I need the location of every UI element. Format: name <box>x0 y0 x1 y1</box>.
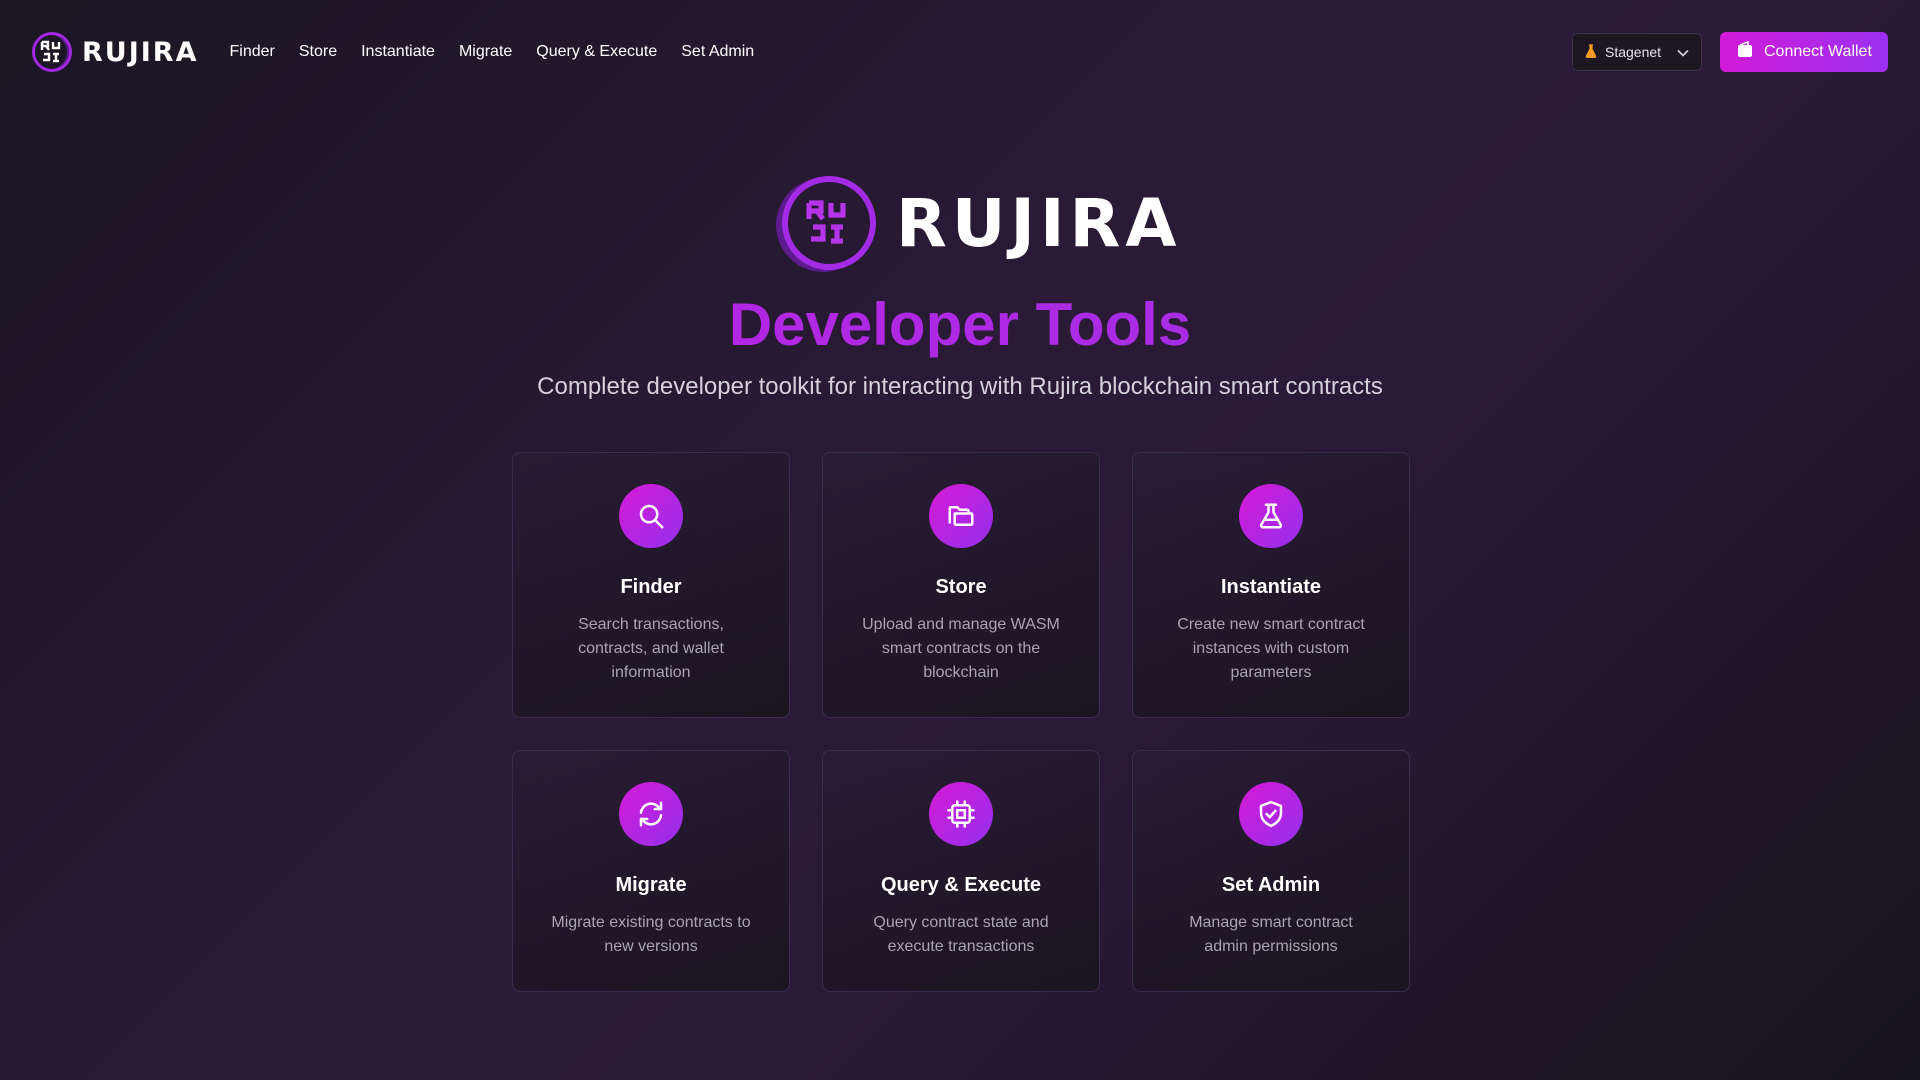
card-title: Finder <box>620 576 682 598</box>
nav-migrate[interactable]: Migrate <box>459 43 512 61</box>
brand-name: RUJIRA <box>82 36 199 68</box>
flask-icon <box>1239 484 1303 548</box>
cpu-icon <box>929 782 993 846</box>
tool-card-instantiate[interactable]: Instantiate Create new smart contract in… <box>1132 452 1410 718</box>
rujira-logo-icon <box>782 176 876 270</box>
card-description: Query contract state and execute transac… <box>873 914 1049 955</box>
connect-wallet-button[interactable]: Connect Wallet <box>1720 32 1888 72</box>
network-select[interactable]: Stagenet <box>1572 33 1702 71</box>
main-nav: Finder Store Instantiate Migrate Query &… <box>230 43 755 61</box>
page-subtitle: Complete developer toolkit for interacti… <box>537 373 1383 400</box>
card-description: Upload and manage WASM smart contracts o… <box>862 616 1060 681</box>
nav-finder[interactable]: Finder <box>230 43 275 61</box>
card-description: Create new smart contract instances with… <box>1177 616 1365 681</box>
tool-card-set-admin[interactable]: Set Admin Manage smart contract admin pe… <box>1132 750 1410 992</box>
network-select-value: Stagenet <box>1605 44 1662 60</box>
connect-wallet-label: Connect Wallet <box>1764 43 1872 60</box>
search-icon <box>619 484 683 548</box>
card-description: Search transactions, contracts, and wall… <box>578 616 724 681</box>
folder-open-icon <box>929 484 993 548</box>
card-title: Set Admin <box>1221 874 1321 896</box>
nav-set-admin[interactable]: Set Admin <box>681 43 754 61</box>
page-title: Developer Tools <box>0 290 1920 359</box>
flask-icon <box>1585 43 1597 61</box>
shield-check-icon <box>1239 782 1303 846</box>
tool-card-store[interactable]: Store Upload and manage WASM smart contr… <box>822 452 1100 718</box>
top-navigation: RUJIRA Finder Store Instantiate Migrate … <box>0 0 1920 104</box>
chevron-down-icon <box>1677 44 1689 60</box>
tools-grid: Finder Search transactions, contracts, a… <box>512 452 1410 992</box>
card-description: Migrate existing contracts to new versio… <box>551 914 751 955</box>
card-title: Store <box>935 576 987 598</box>
tool-card-finder[interactable]: Finder Search transactions, contracts, a… <box>512 452 790 718</box>
nav-query-execute[interactable]: Query & Execute <box>536 43 657 61</box>
card-description: Manage smart contract admin permissions <box>1189 914 1353 955</box>
card-title: Migrate <box>615 874 687 896</box>
hero-brand-name: RUJIRA <box>896 184 1182 262</box>
nav-store[interactable]: Store <box>299 43 337 61</box>
rujira-logo-icon <box>32 32 72 72</box>
card-title: Query & Execute <box>880 874 1042 896</box>
hero-logo: RUJIRA <box>782 176 1181 270</box>
card-title: Instantiate <box>1220 576 1322 598</box>
nav-instantiate[interactable]: Instantiate <box>361 43 435 61</box>
tool-card-migrate[interactable]: Migrate Migrate existing contracts to ne… <box>512 750 790 992</box>
wallet-icon <box>1736 40 1754 64</box>
refresh-icon <box>619 782 683 846</box>
brand-logo[interactable]: RUJIRA <box>32 32 199 72</box>
tool-card-query-execute[interactable]: Query & Execute Query contract state and… <box>822 750 1100 992</box>
header-actions: Stagenet Connect Wallet <box>1572 32 1888 72</box>
